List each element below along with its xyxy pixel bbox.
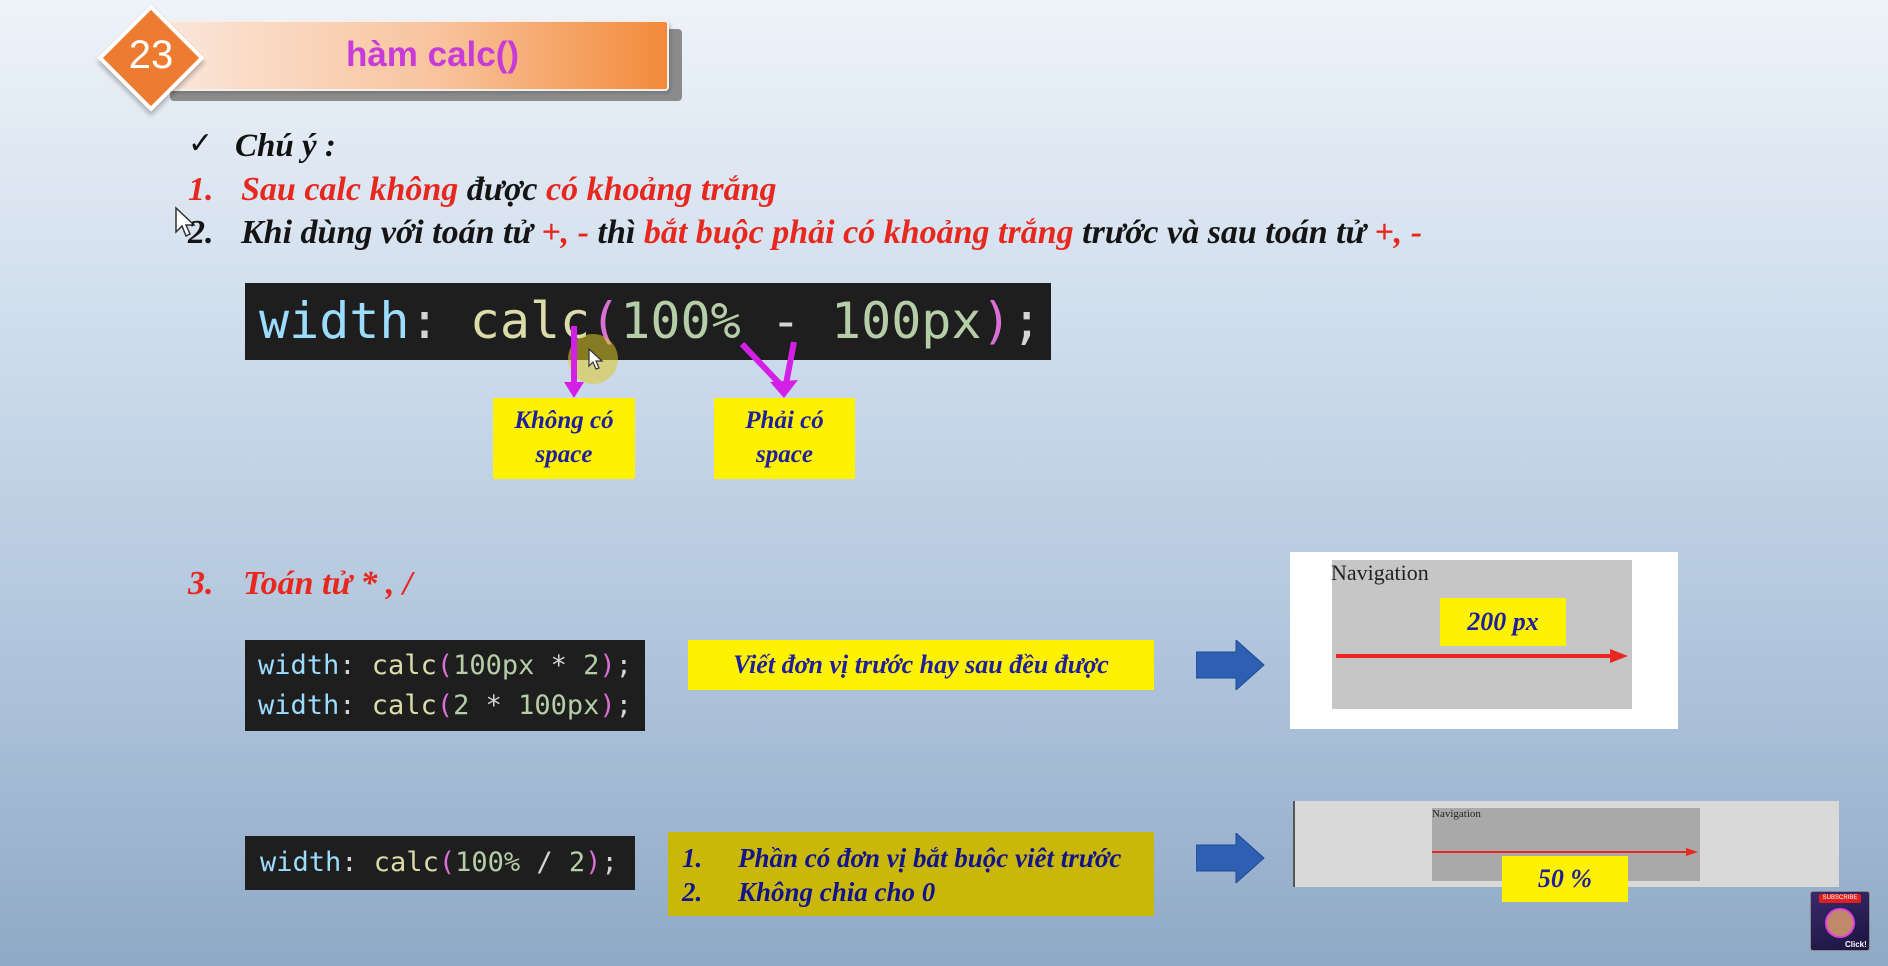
item2-part6: +, - <box>1374 214 1423 251</box>
code-close-paren: ) <box>585 847 602 878</box>
item1-part1: Sau calc không <box>241 171 459 208</box>
label-no-space-line2: space <box>535 441 593 468</box>
code-semicolon: ; <box>615 650 632 681</box>
code-semicolon: ; <box>1011 292 1042 350</box>
item1-text: Sau calc không được có khoảng trắng <box>241 171 776 209</box>
code-colon: : <box>339 690 372 721</box>
code-open-paren: ( <box>436 690 454 721</box>
code-colon: : <box>339 650 372 681</box>
code-function: calc <box>371 690 437 721</box>
item2-number: 2. <box>188 214 214 251</box>
item2-part5: trước và sau toán tử <box>1073 214 1375 251</box>
avatar-face <box>1825 908 1855 938</box>
code-property: width <box>258 690 340 721</box>
slide-number: 23 <box>128 33 174 77</box>
divide-note-2-num: 2. <box>682 877 703 907</box>
code-colon: : <box>409 292 470 350</box>
slide-number-badge: 23 <box>96 3 206 113</box>
code-close-paren: ) <box>981 292 1012 350</box>
divide-notes: 1. Phần có đơn vị bắt buộc viêt trước 2. K… <box>668 832 1154 916</box>
subscribe-badge: SUBSCRIBE <box>1819 894 1861 903</box>
divide-note-2-text: Không chia cho 0 <box>738 877 936 907</box>
item3-text: Toán tử * , / <box>243 565 413 602</box>
divide-note-1-num: 1. <box>682 843 703 873</box>
arrow-space-left <box>739 341 783 387</box>
item2-part4: bắt buộc phải có khoảng trắng <box>643 214 1074 251</box>
annotation-arrows <box>564 326 798 398</box>
demo-size-label-2: 50 % <box>1502 856 1628 902</box>
item3-number: 3. <box>188 565 214 602</box>
code-close-paren: ) <box>599 650 616 681</box>
arrow-no-space-head <box>564 382 584 398</box>
code-colon: : <box>341 847 374 878</box>
code-semicolon: ; <box>615 690 632 721</box>
label-no-space: Không có space <box>493 398 635 479</box>
demo-size-label-1: 200 px <box>1440 598 1566 646</box>
demo-nav-label-1: Navigation <box>1331 560 1429 585</box>
code-property: width <box>260 847 342 878</box>
code-property: width <box>259 292 410 350</box>
code-divide: width: calc(100% / 2); <box>245 836 635 890</box>
arrow-space-head <box>770 380 798 398</box>
code-property: width <box>258 650 340 681</box>
code-multiply-line1: width: calc(100px * 2); <box>258 646 645 686</box>
channel-avatar[interactable]: SUBSCRIBE Click! <box>1810 891 1870 951</box>
code-operator: / <box>520 847 569 878</box>
code-arg1: 100% <box>455 847 521 878</box>
code-operator: * <box>469 690 519 721</box>
item2-part3: thì <box>589 214 644 251</box>
multiply-note: Viết đơn vị trước hay sau đều được <box>688 640 1154 690</box>
code-arg2: 2 <box>583 650 600 681</box>
code-open-paren: ( <box>436 650 454 681</box>
code-multiply-line2: width: calc(2 * 100px); <box>258 686 645 726</box>
item2-part2: +, - <box>541 214 590 251</box>
code-arg2: 2 <box>568 847 586 878</box>
item1-part2: được <box>458 171 546 208</box>
code-semicolon: ; <box>601 847 618 878</box>
notes-heading: Chú ý : <box>235 128 336 164</box>
arrow-space-right <box>783 341 797 385</box>
avatar-click-label: Click! <box>1845 940 1867 949</box>
check-icon: ✓ <box>188 126 214 161</box>
divide-note-1-text: Phần có đơn vị bắt buộc viêt trước <box>738 843 1122 873</box>
code-arg2: 100px <box>831 292 982 350</box>
code-arg1: 100px <box>453 650 535 681</box>
code-close-paren: ) <box>599 690 616 721</box>
code-multiply: width: calc(100px * 2); width: calc(2 * 1… <box>245 640 645 731</box>
code-function: calc <box>371 650 437 681</box>
divide-note-1: 1. Phần có đơn vị bắt buộc viêt trước <box>682 841 1154 875</box>
code-arg1: 2 <box>453 690 470 721</box>
label-no-space-line1: Không có <box>514 407 614 434</box>
item2-text: Khi dùng với toán tử +, - thì bắt buộc p… <box>241 214 1422 252</box>
right-arrow-icon <box>1196 833 1265 883</box>
code-open-paren: ( <box>438 847 456 878</box>
label-must-space: Phải có space <box>714 398 855 479</box>
code-function: calc <box>373 847 439 878</box>
code-operator: * <box>534 650 584 681</box>
label-must-space-line2: space <box>756 441 813 468</box>
code-arg2: 100px <box>518 690 600 721</box>
label-must-space-line1: Phải có <box>745 407 824 434</box>
demo-nav-label-2: Navigation <box>1432 808 1481 820</box>
right-arrow-icon <box>1196 640 1265 690</box>
item1-number: 1. <box>188 171 214 208</box>
slide-title: hàm calc() <box>345 35 520 74</box>
item2-part1: Khi dùng với toán tử <box>241 214 542 251</box>
divide-note-2: 2. Không chia cho 0 <box>682 875 1154 909</box>
item1-part3: có khoảng trắng <box>545 171 777 208</box>
width-arrow-1 <box>1336 649 1628 663</box>
